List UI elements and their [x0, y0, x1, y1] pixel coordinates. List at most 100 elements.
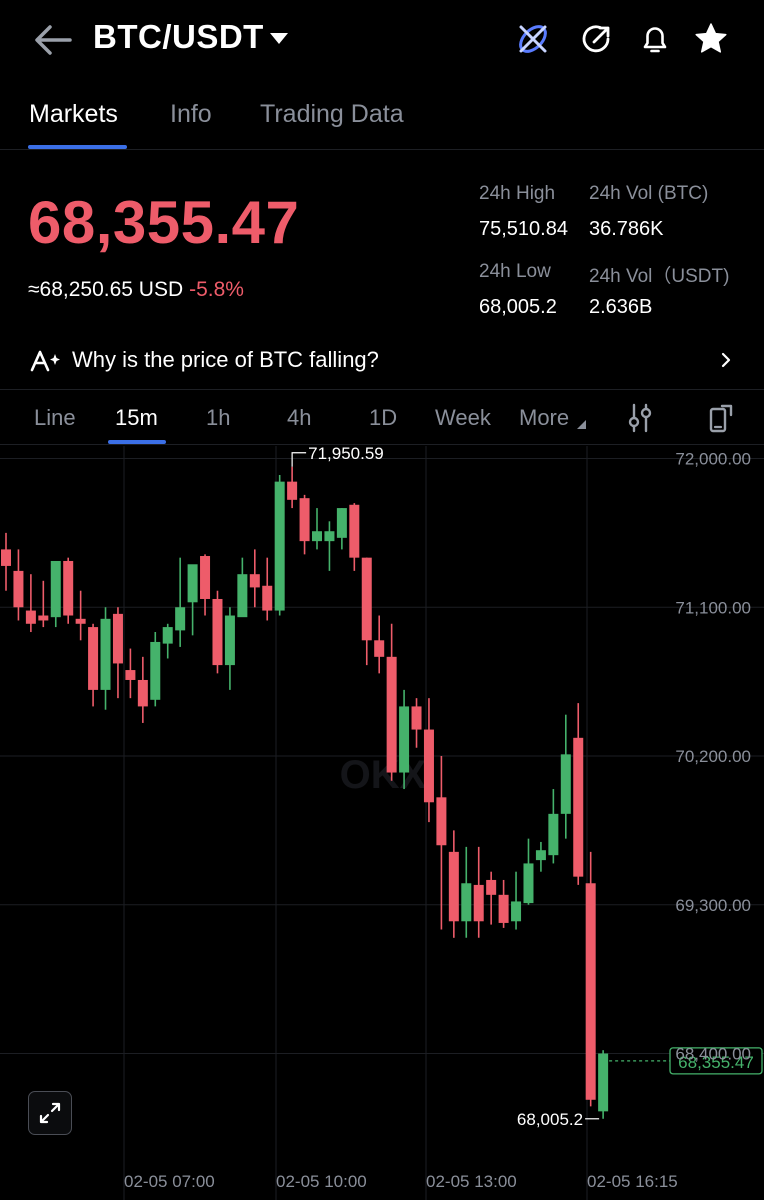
candle	[274, 475, 285, 616]
candle-body	[50, 560, 61, 618]
candle-body	[473, 884, 484, 922]
candle	[25, 574, 36, 633]
candle	[573, 703, 584, 885]
why-falling-text[interactable]: Why is the price of BTC falling?	[72, 347, 379, 373]
candle-body	[274, 481, 285, 611]
candle	[448, 830, 459, 938]
dropdown-caret-icon[interactable]	[270, 33, 288, 44]
candle-body	[511, 901, 522, 922]
candle	[361, 557, 372, 666]
candle	[411, 698, 422, 748]
candle-body	[598, 1053, 609, 1112]
candle	[336, 508, 347, 550]
candle-body	[411, 706, 422, 730]
candle-body	[349, 504, 360, 558]
candle	[13, 549, 24, 621]
candle	[100, 607, 111, 710]
candle	[112, 607, 123, 699]
candle-body	[299, 498, 310, 542]
candle	[423, 698, 434, 823]
interval-week[interactable]: Week	[435, 405, 491, 431]
candle-body	[585, 883, 596, 1100]
okx-watermark: OKX	[340, 753, 427, 797]
candle-body	[548, 813, 559, 856]
price-change: -5.8%	[189, 278, 244, 301]
indicator-settings-icon[interactable]	[625, 402, 655, 434]
candle	[75, 590, 86, 641]
candle	[125, 648, 136, 699]
candle	[535, 841, 546, 872]
candle	[523, 838, 534, 905]
candle	[473, 846, 484, 938]
okx-x-logo-icon[interactable]	[514, 20, 552, 58]
low-marker-label: 68,005.2	[517, 1110, 583, 1129]
y-axis-tick-label: 70,200.00	[675, 747, 751, 766]
tab-info[interactable]: Info	[170, 100, 212, 129]
interval-more[interactable]: More	[519, 405, 569, 431]
divider	[0, 149, 764, 150]
candle	[324, 521, 335, 571]
interval-15m[interactable]: 15m	[115, 405, 158, 431]
candle	[63, 557, 74, 624]
interval-4h[interactable]: 4h	[287, 405, 311, 431]
candle-body	[137, 679, 148, 707]
candle	[498, 879, 509, 928]
candle	[137, 656, 148, 723]
candle-body	[25, 610, 36, 624]
stat-24h-low-value: 68,005.2	[479, 296, 557, 318]
candle-body	[374, 640, 385, 657]
usd-equivalent: ≈68,250.65 USD	[28, 278, 184, 301]
chevron-right-icon[interactable]	[718, 350, 734, 370]
interval-1d[interactable]: 1D	[369, 405, 397, 431]
candle-body	[200, 556, 211, 599]
candle-body	[486, 879, 497, 895]
candle-body	[100, 618, 111, 690]
star-icon[interactable]	[692, 20, 730, 58]
interval-line[interactable]: Line	[34, 405, 76, 431]
fullscreen-button[interactable]	[28, 1091, 72, 1135]
y-axis-tick-label: 68,400.00	[675, 1045, 751, 1064]
high-marker-label: 71,950.59	[308, 446, 384, 463]
more-triangle-icon	[577, 420, 586, 429]
candle	[299, 494, 310, 555]
candle	[386, 623, 397, 781]
candle-body	[560, 754, 571, 814]
candle-body	[262, 585, 273, 611]
back-arrow-icon[interactable]	[30, 20, 76, 60]
candle-body	[112, 613, 123, 664]
stat-24h-high-label: 24h High	[479, 183, 556, 204]
candlestick-chart[interactable]: OKX 71,950.5968,005.268,355.47 72,000.00…	[0, 446, 764, 1200]
candle	[262, 557, 273, 621]
candle	[50, 560, 61, 628]
candle	[212, 590, 223, 674]
candle-body	[573, 737, 584, 877]
stat-24h-vol-usdt-value: 2.636B	[589, 296, 653, 318]
candle-body	[523, 863, 534, 904]
candle	[200, 554, 211, 616]
ai-insight-icon	[30, 350, 60, 372]
candle-body	[361, 557, 372, 641]
candle	[560, 714, 571, 839]
stat-24h-vol-usdt-label: 24h Vol（USDT)	[589, 266, 730, 287]
share-icon[interactable]	[578, 20, 616, 58]
tab-trading-data[interactable]: Trading Data	[260, 100, 404, 129]
y-axis-tick-label: 72,000.00	[675, 450, 751, 469]
candle	[585, 851, 596, 1107]
bell-icon[interactable]	[636, 20, 674, 58]
tab-markets[interactable]: Markets	[29, 100, 118, 129]
rotate-landscape-icon[interactable]	[706, 402, 736, 434]
candle-body	[249, 574, 260, 588]
interval-1h[interactable]: 1h	[206, 405, 230, 431]
candle	[175, 557, 186, 647]
candle	[1, 532, 11, 591]
candle-body	[224, 615, 235, 666]
candle-body	[237, 574, 248, 618]
candle-body	[423, 729, 434, 803]
candle	[548, 789, 559, 864]
pair-title[interactable]: BTC/USDT	[93, 18, 264, 56]
candle	[88, 623, 99, 707]
candle-body	[461, 883, 472, 922]
candle-body	[535, 850, 546, 861]
candle	[187, 564, 198, 636]
divider	[0, 444, 764, 445]
